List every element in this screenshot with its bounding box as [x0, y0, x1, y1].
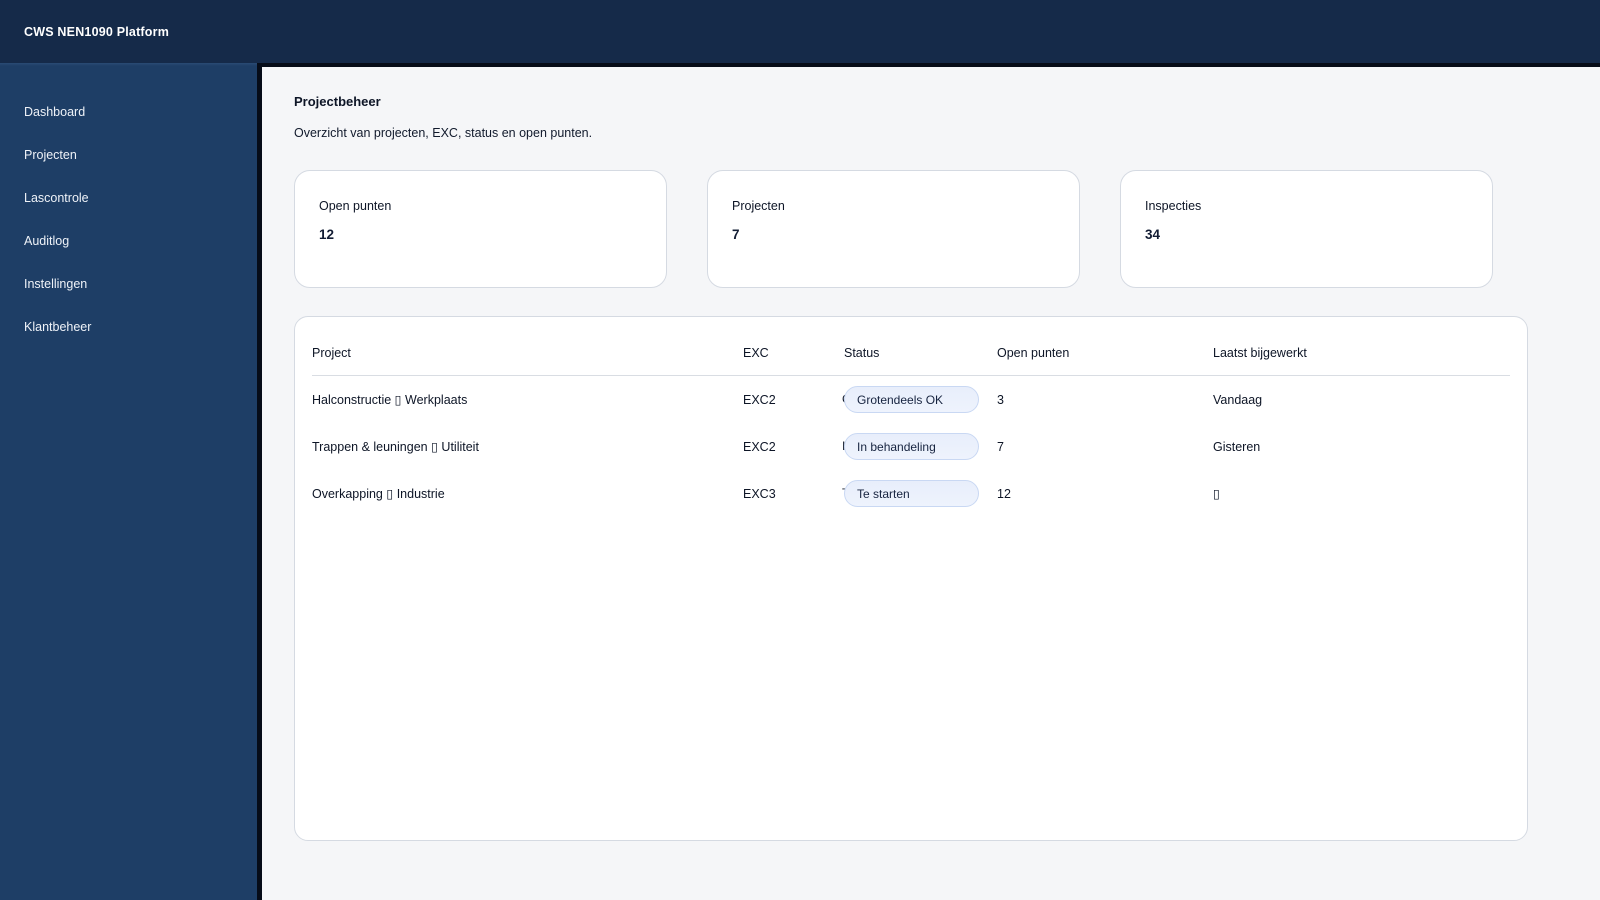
column-header-laatst-bijgewerkt: Laatst bijgewerkt — [1213, 346, 1307, 360]
column-header-status: Status — [844, 346, 880, 360]
stat-value: 34 — [1145, 227, 1161, 242]
table-row[interactable]: Overkapping ▯ Industrie EXC3 Te starten … — [312, 470, 1510, 517]
column-header-exc: EXC — [743, 346, 769, 360]
status-select[interactable]: Te starten — [844, 480, 979, 507]
table-row[interactable]: Halconstructie ▯ Werkplaats EXC2 Grotend… — [312, 376, 1510, 423]
sidebar-item-klantbeheer[interactable]: Klantbeheer — [0, 305, 257, 348]
stat-card-projecten: Projecten 7 — [707, 170, 1080, 288]
sidebar-item-label: Lascontrole — [24, 190, 89, 205]
stat-value: 7 — [732, 227, 740, 242]
sidebar-item-label: Instellingen — [24, 276, 88, 291]
stat-label: Open punten — [319, 199, 392, 213]
stat-card-inspecties: Inspecties 34 — [1120, 170, 1493, 288]
project-name: Halconstructie ▯ Werkplaats — [312, 393, 468, 407]
page-subtitle: Overzicht van projecten, EXC, status en … — [294, 126, 593, 140]
status-cell: Grotendeels OK Grotendeels OK — [842, 386, 997, 413]
status-cell: In behandeling In behandeling — [842, 433, 997, 460]
column-header-project: Project — [312, 346, 351, 360]
sidebar-item-label: Klantbeheer — [24, 319, 92, 334]
sidebar-item-lascontrole[interactable]: Lascontrole — [0, 176, 257, 219]
sidebar-item-dashboard[interactable]: Dashboard — [0, 90, 257, 133]
status-select[interactable]: In behandeling — [844, 433, 979, 460]
stats-row: Open punten 12 Projecten 7 Inspecties 34 — [294, 170, 1530, 288]
last-updated: Vandaag — [1213, 392, 1263, 407]
exc-class: EXC2 — [743, 392, 776, 407]
sidebar-item-label: Dashboard — [24, 104, 86, 119]
sidebar-item-label: Auditlog — [24, 233, 70, 248]
projects-table: Project EXC Status Open punten Laatst bi… — [294, 316, 1528, 841]
main-content: Projectbeheer Overzicht van projecten, E… — [257, 63, 1600, 900]
status-select[interactable]: Grotendeels OK — [844, 386, 979, 413]
sidebar-item-label: Projecten — [24, 147, 77, 162]
sidebar: Dashboard Projecten Lascontrole Auditlog… — [0, 63, 257, 900]
open-punten-count: 3 — [997, 392, 1004, 407]
open-punten-count: 7 — [997, 439, 1004, 454]
sidebar-item-projecten[interactable]: Projecten — [0, 133, 257, 176]
exc-class: EXC3 — [743, 486, 776, 501]
table-header-row: Project EXC Status Open punten Laatst bi… — [312, 333, 1510, 376]
column-header-open-punten: Open punten — [997, 346, 1070, 360]
stat-label: Projecten — [732, 199, 785, 213]
last-updated: ▯ — [1213, 487, 1220, 501]
topbar: CWS NEN1090 Platform — [0, 0, 1600, 63]
open-punten-count: 12 — [997, 486, 1011, 501]
stat-value: 12 — [319, 227, 335, 242]
exc-class: EXC2 — [743, 439, 776, 454]
sidebar-item-instellingen[interactable]: Instellingen — [0, 262, 257, 305]
last-updated: Gisteren — [1213, 439, 1261, 454]
stat-label: Inspecties — [1145, 199, 1202, 213]
sidebar-item-auditlog[interactable]: Auditlog — [0, 219, 257, 262]
page-title: Projectbeheer — [294, 94, 381, 109]
project-name: Overkapping ▯ Industrie — [312, 487, 445, 501]
app-title: CWS NEN1090 Platform — [24, 24, 170, 39]
project-name: Trappen & leuningen ▯ Utiliteit — [312, 440, 479, 454]
status-cell: Te starten Te starten — [842, 480, 997, 507]
stat-card-open-punten: Open punten 12 — [294, 170, 667, 288]
table-row[interactable]: Trappen & leuningen ▯ Utiliteit EXC2 In … — [312, 423, 1510, 470]
